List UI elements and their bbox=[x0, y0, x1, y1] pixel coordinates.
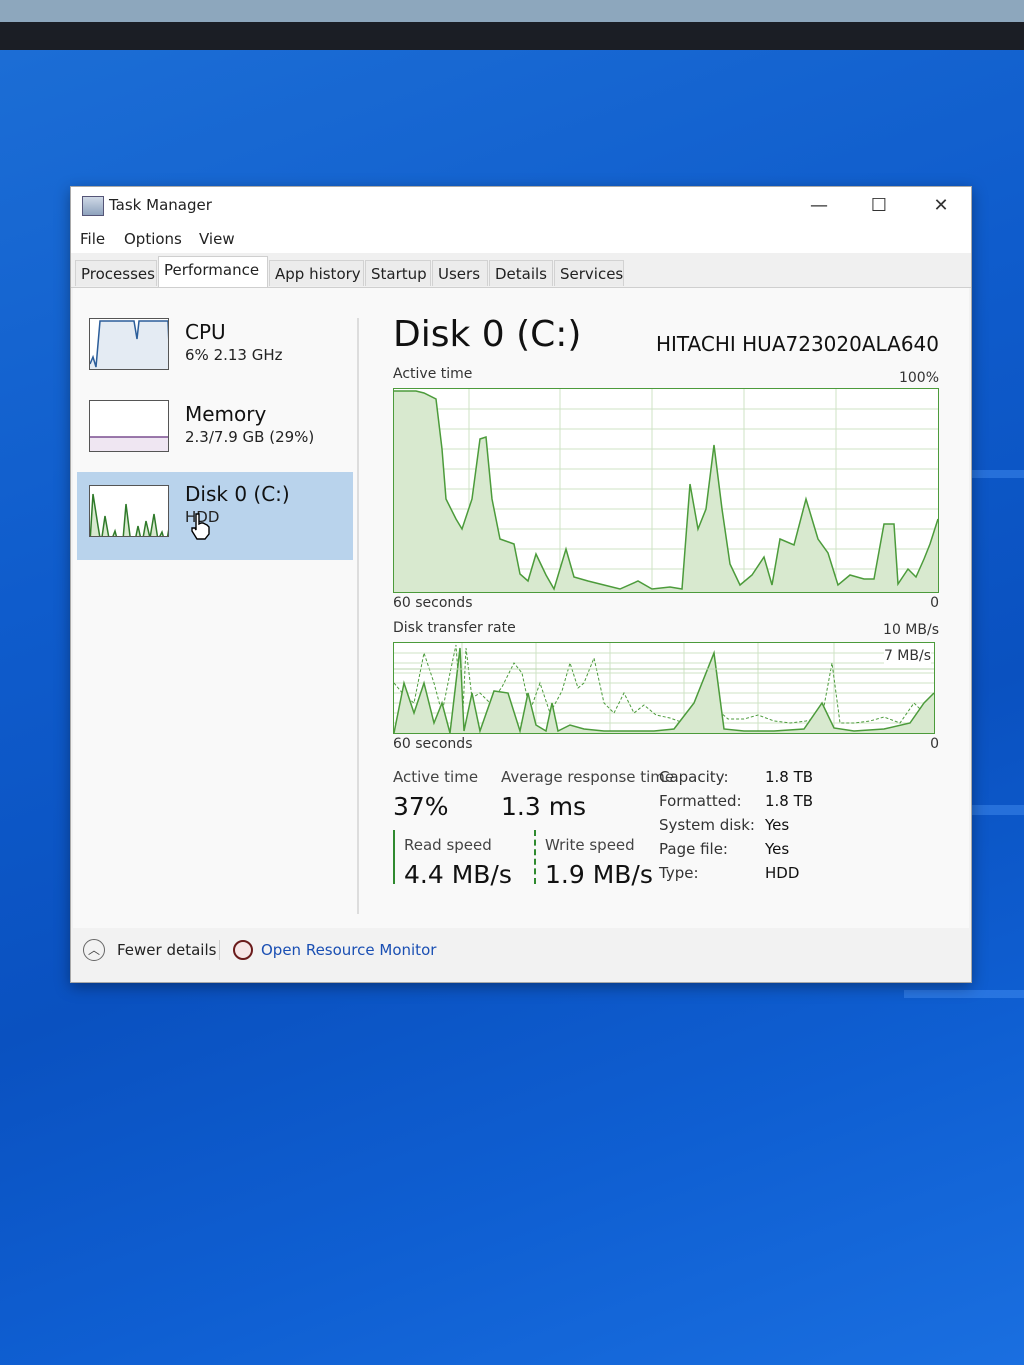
formatted-label: Formatted: bbox=[659, 792, 742, 810]
desktop-streak bbox=[904, 990, 1024, 998]
sidebar-item-label: CPU bbox=[185, 320, 226, 344]
memory-thumbnail bbox=[89, 400, 169, 452]
close-button[interactable]: ✕ bbox=[919, 192, 963, 220]
response-time-value: 1.3 ms bbox=[501, 792, 587, 821]
disk-thumbnail bbox=[89, 485, 169, 537]
monitor-bezel-band bbox=[0, 22, 1024, 50]
transfer-max-label: 10 MB/s bbox=[883, 622, 939, 638]
footer-separator bbox=[219, 940, 220, 960]
system-disk-label: System disk: bbox=[659, 816, 755, 834]
tab-details[interactable]: Details bbox=[489, 260, 553, 286]
tab-processes[interactable]: Processes bbox=[75, 260, 157, 286]
menu-file[interactable]: File bbox=[80, 230, 105, 248]
hand-cursor-icon bbox=[191, 513, 210, 540]
type-label: Type: bbox=[659, 864, 699, 882]
performance-content: CPU 6% 2.13 GHz Memory 2.3/7.9 GB (29%) bbox=[73, 288, 969, 928]
page-file-label: Page file: bbox=[659, 840, 728, 858]
capacity-value: 1.8 TB bbox=[765, 768, 814, 786]
window-title: Task Manager bbox=[109, 196, 212, 214]
active-time-axis-right: 0 bbox=[930, 595, 939, 611]
task-manager-window: Task Manager — ☐ ✕ File Options View Pro… bbox=[70, 186, 972, 983]
transfer-graph-label: Disk transfer rate bbox=[393, 620, 516, 636]
sidebar-item-disk[interactable]: Disk 0 (C:) HDD bbox=[77, 472, 353, 560]
open-resource-monitor-link[interactable]: Open Resource Monitor bbox=[261, 941, 436, 959]
active-time-max-label: 100% bbox=[898, 370, 939, 386]
sidebar-item-label: Disk 0 (C:) bbox=[185, 482, 290, 506]
transfer-mid-label: 7 MB/s bbox=[883, 648, 931, 664]
write-speed-legend bbox=[534, 830, 536, 884]
tab-users[interactable]: Users bbox=[432, 260, 488, 286]
chevron-up-icon[interactable]: ︿ bbox=[83, 939, 105, 961]
read-speed-value: 4.4 MB/s bbox=[404, 860, 512, 889]
menu-view[interactable]: View bbox=[199, 230, 235, 248]
active-time-graph bbox=[393, 388, 939, 593]
pane-divider[interactable] bbox=[357, 318, 359, 914]
transfer-axis-left: 60 seconds bbox=[393, 736, 473, 752]
fewer-details-button[interactable]: Fewer details bbox=[117, 941, 216, 959]
active-time-stat-value: 37% bbox=[393, 792, 449, 821]
cpu-thumbnail bbox=[89, 318, 169, 370]
minimize-button[interactable]: — bbox=[797, 192, 841, 220]
footer-bar: ︿ Fewer details Open Resource Monitor bbox=[71, 928, 971, 982]
sidebar-item-label: Memory bbox=[185, 402, 267, 426]
sidebar-item-memory[interactable]: Memory 2.3/7.9 GB (29%) bbox=[77, 390, 353, 478]
transfer-axis-right: 0 bbox=[930, 736, 939, 752]
active-time-axis-left: 60 seconds bbox=[393, 595, 473, 611]
active-time-stat-label: Active time bbox=[393, 768, 479, 786]
disk-title: Disk 0 (C:) bbox=[393, 314, 582, 355]
tab-performance[interactable]: Performance bbox=[158, 256, 268, 287]
disk-model: HITACHI HUA723020ALA640 bbox=[655, 332, 939, 356]
tab-app-history[interactable]: App history bbox=[269, 260, 364, 286]
title-bar[interactable]: Task Manager — ☐ ✕ bbox=[71, 187, 971, 225]
resource-list: CPU 6% 2.13 GHz Memory 2.3/7.9 GB (29%) bbox=[73, 288, 355, 928]
type-value: HDD bbox=[765, 864, 800, 882]
formatted-value: 1.8 TB bbox=[765, 792, 814, 810]
response-time-label: Average response time bbox=[501, 768, 675, 786]
sidebar-item-cpu[interactable]: CPU 6% 2.13 GHz bbox=[77, 308, 353, 396]
menu-options[interactable]: Options bbox=[124, 230, 182, 248]
task-manager-icon bbox=[82, 196, 104, 216]
read-speed-legend bbox=[393, 830, 395, 884]
tab-strip: Processes Performance App history Startu… bbox=[71, 253, 971, 288]
read-speed-label: Read speed bbox=[404, 836, 492, 854]
tab-startup[interactable]: Startup bbox=[365, 260, 431, 286]
maximize-button[interactable]: ☐ bbox=[857, 192, 901, 220]
resource-monitor-icon[interactable] bbox=[233, 940, 253, 960]
disk-detail-pane: Disk 0 (C:) HITACHI HUA723020ALA640 Acti… bbox=[373, 288, 969, 928]
monitor-bezel-top bbox=[0, 0, 1024, 22]
active-time-graph-label: Active time bbox=[393, 366, 473, 382]
transfer-rate-graph bbox=[393, 642, 935, 734]
sidebar-item-detail: 2.3/7.9 GB (29%) bbox=[185, 428, 315, 446]
tab-services[interactable]: Services bbox=[554, 260, 624, 286]
capacity-label: Capacity: bbox=[659, 768, 729, 786]
menu-bar: File Options View bbox=[71, 225, 971, 253]
page-file-value: Yes bbox=[765, 840, 790, 858]
sidebar-item-detail: 6% 2.13 GHz bbox=[185, 346, 283, 364]
write-speed-value: 1.9 MB/s bbox=[545, 860, 653, 889]
write-speed-label: Write speed bbox=[545, 836, 635, 854]
system-disk-value: Yes bbox=[765, 816, 790, 834]
